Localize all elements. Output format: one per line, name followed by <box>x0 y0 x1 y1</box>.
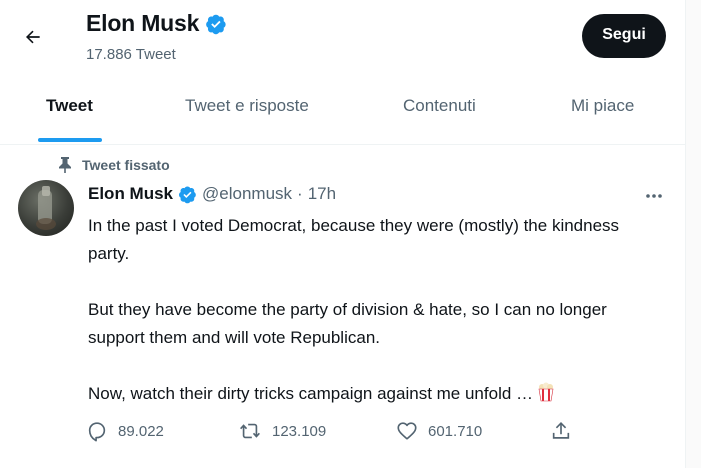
tweet-text: In the past I voted Democrat, because th… <box>88 212 660 411</box>
like-icon <box>397 422 417 440</box>
verified-badge-icon <box>179 185 196 203</box>
follow-button[interactable]: Segui <box>582 14 666 58</box>
tweet-paragraph-last: Now, watch their dirty tricks campaign a… <box>88 380 660 411</box>
tweet-author-name[interactable]: Elon Musk <box>88 184 173 204</box>
share-icon <box>552 422 570 439</box>
like-count: 601.710 <box>428 422 483 440</box>
avatar-image <box>36 186 56 230</box>
back-button[interactable] <box>18 22 48 52</box>
verified-badge-icon <box>206 14 226 34</box>
pin-icon <box>59 157 71 173</box>
more-icon <box>646 194 662 198</box>
active-tab-indicator <box>38 138 102 142</box>
like-action[interactable]: 601.710 <box>396 420 482 442</box>
retweet-action[interactable]: 123.109 <box>238 420 326 442</box>
reply-icon <box>88 422 106 442</box>
share-action[interactable] <box>550 420 572 442</box>
profile-tabs: Tweet Tweet e risposte Contenuti Mi piac… <box>0 74 685 145</box>
page-edge <box>685 0 701 468</box>
tab-tweet-e-risposte[interactable]: Tweet e risposte <box>185 96 309 116</box>
more-options-button[interactable] <box>641 186 667 206</box>
tab-contenuti[interactable]: Contenuti <box>403 96 476 116</box>
tweet-paragraph: In the past I voted Democrat, because th… <box>88 216 620 263</box>
tab-mi-piace[interactable]: Mi piace <box>571 96 634 116</box>
tweet-paragraph: But they have become the party of divisi… <box>88 300 607 347</box>
pinned-label: Tweet fissato <box>82 157 170 173</box>
pinned-indicator: Tweet fissato <box>58 157 170 173</box>
reply-action[interactable]: 89.022 <box>86 420 164 442</box>
tweet-paragraph: Now, watch their dirty tricks campaign a… <box>88 384 534 403</box>
profile-header-title: Elon Musk <box>86 10 227 37</box>
tweet-count: 17.886 Tweet <box>86 46 176 63</box>
back-arrow-icon <box>26 30 40 44</box>
meta-separator: · <box>297 184 303 203</box>
tab-tweet[interactable]: Tweet <box>46 96 93 116</box>
tweet-header: Elon Musk @elonmusk · 17h <box>88 184 336 204</box>
tweet-author-handle[interactable]: @elonmusk <box>202 184 292 204</box>
page-title: Elon Musk <box>86 10 200 36</box>
retweet-icon <box>240 423 260 439</box>
profile-page: Elon Musk 17.886 Tweet Segui Tweet Tweet… <box>0 0 685 468</box>
reply-count: 89.022 <box>118 422 164 440</box>
popcorn-icon <box>537 382 555 411</box>
retweet-count: 123.109 <box>272 422 327 440</box>
tweet-timestamp[interactable]: 17h <box>308 184 336 204</box>
tweet-actions: 89.022 123.109 601.710 <box>86 420 586 446</box>
avatar[interactable] <box>18 180 74 236</box>
